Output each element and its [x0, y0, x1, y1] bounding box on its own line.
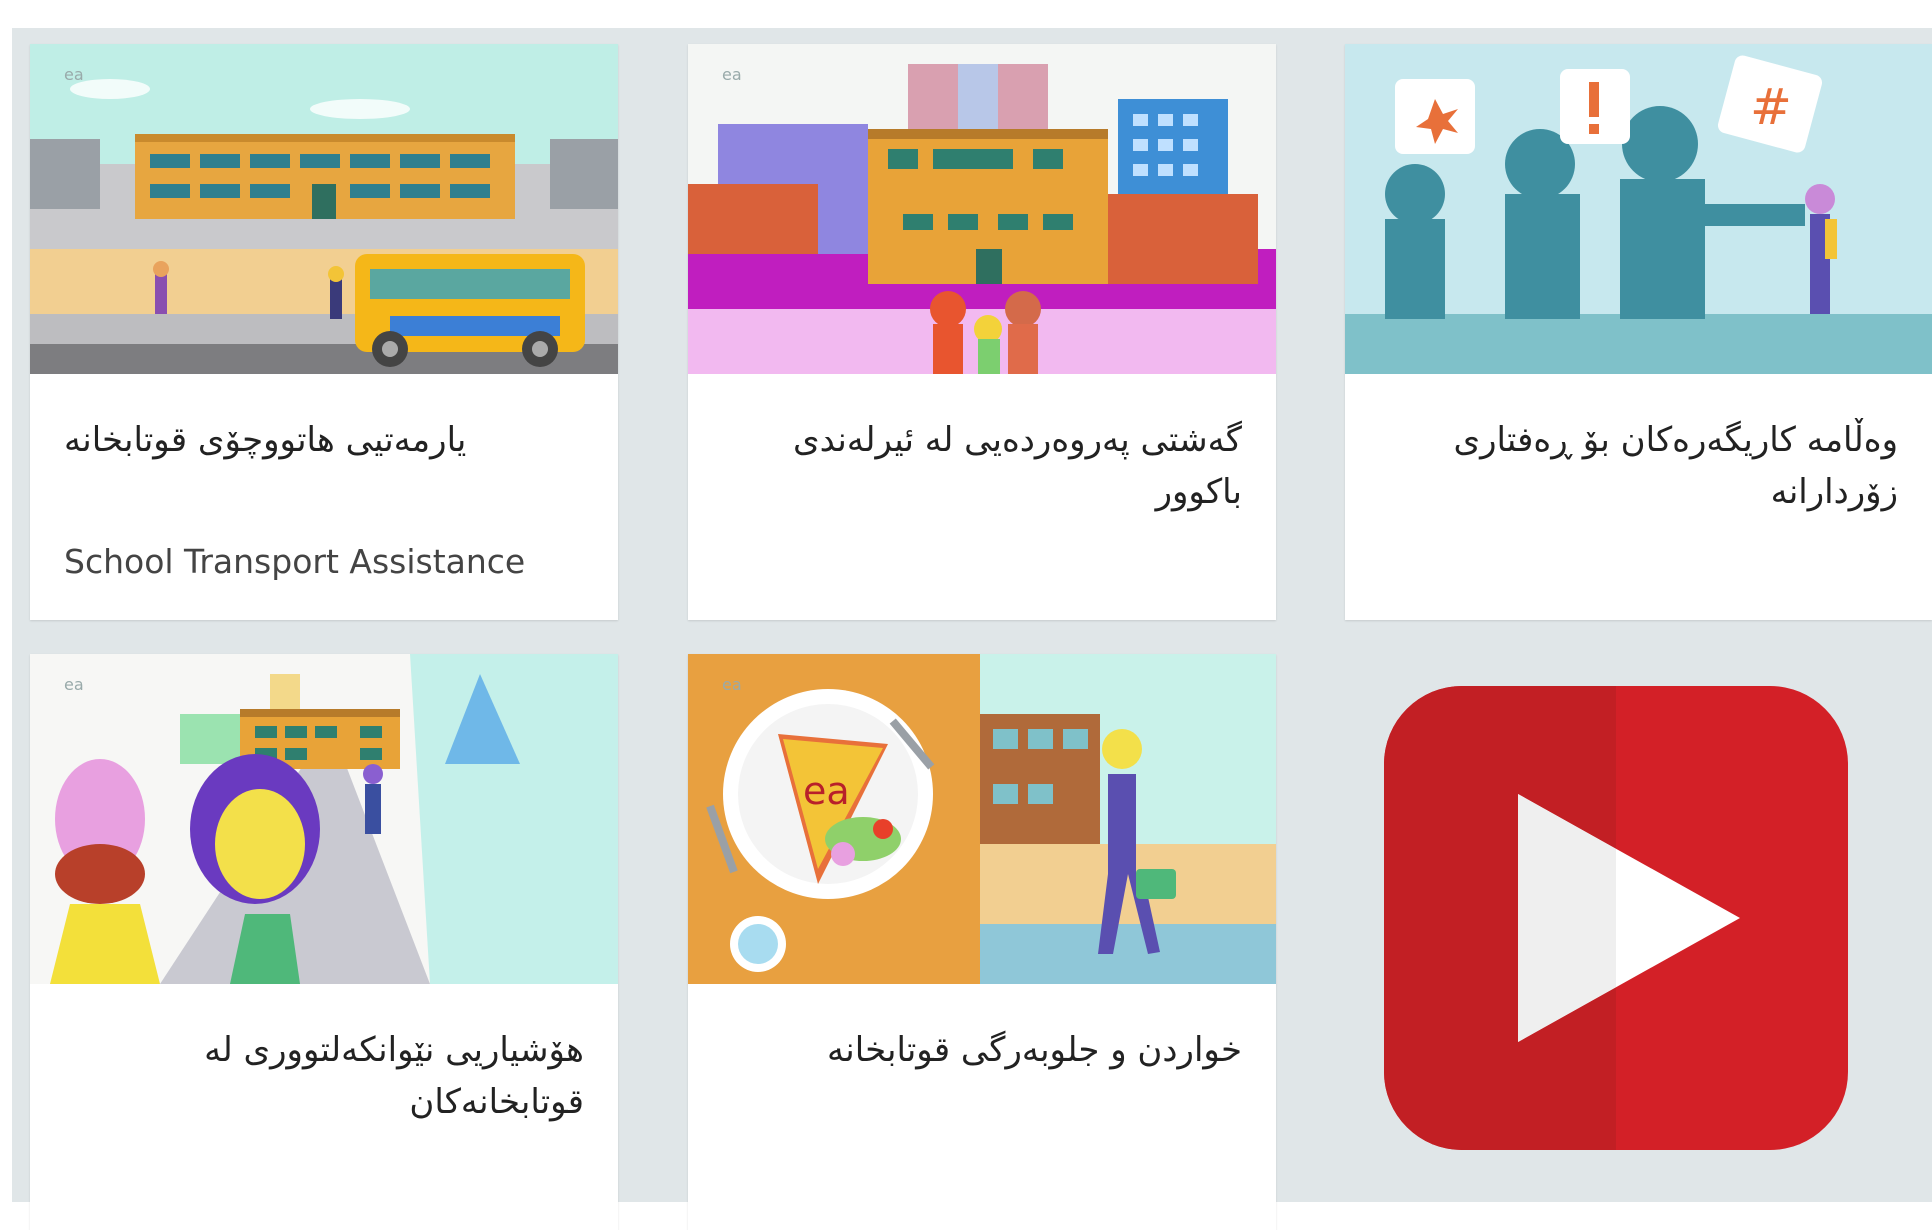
card-subtitle[interactable]: School Transport Assistance [64, 542, 525, 581]
card-title[interactable]: یارمەتیی هاتووچۆی قوتابخانە [64, 414, 466, 466]
svg-text:ea: ea [64, 65, 84, 84]
video-card-school-food-clothing[interactable]: ea ea خواردن و جلوبەرگی قوتابخانە [688, 654, 1276, 1230]
svg-text:ea: ea [722, 65, 742, 84]
school-bus-illustration-icon[interactable]: ea [30, 44, 618, 374]
school-lunch-illustration-icon[interactable]: ea ea [688, 654, 1276, 984]
card-title[interactable]: وەڵامە کاریگەرەکان بۆ ڕەفتاری زۆردارانە [1379, 414, 1899, 518]
card-title[interactable]: گەشتی پەروەردەیی لە ئیرلەندی باکوور [722, 414, 1242, 518]
school-buildings-illustration-icon[interactable]: ea [688, 44, 1276, 374]
card-title[interactable]: خواردن و جلوبەرگی قوتابخانە [722, 1024, 1242, 1076]
bullying-illustration-icon[interactable]: # [1345, 44, 1932, 374]
video-card-intercultural-awareness[interactable]: ea هۆشیاریی نێوانکەلتووری لە قوتابخانەکا… [30, 654, 618, 1230]
card-title[interactable]: هۆشیاریی نێوانکەلتووری لە قوتابخانەکان [64, 1024, 584, 1128]
svg-text:ea: ea [722, 675, 742, 694]
svg-text:ea: ea [64, 675, 84, 694]
video-card-bullying-responses[interactable]: # وەڵامە کاریگەرەکان بۆ ڕەفتاری زۆرداران… [1345, 44, 1932, 620]
svg-text:ea: ea [803, 769, 850, 813]
intercultural-illustration-icon[interactable]: ea [30, 654, 618, 984]
video-card-ni-education-trip[interactable]: ea گەشتی پەروەردەیی لە ئیرلەندی باکوور [688, 44, 1276, 620]
svg-text:#: # [1750, 78, 1792, 136]
video-card-school-transport[interactable]: ea یارمەتیی هاتووچۆی قوتابخانە School Tr… [30, 44, 618, 620]
youtube-play-icon[interactable] [1384, 686, 1848, 1150]
